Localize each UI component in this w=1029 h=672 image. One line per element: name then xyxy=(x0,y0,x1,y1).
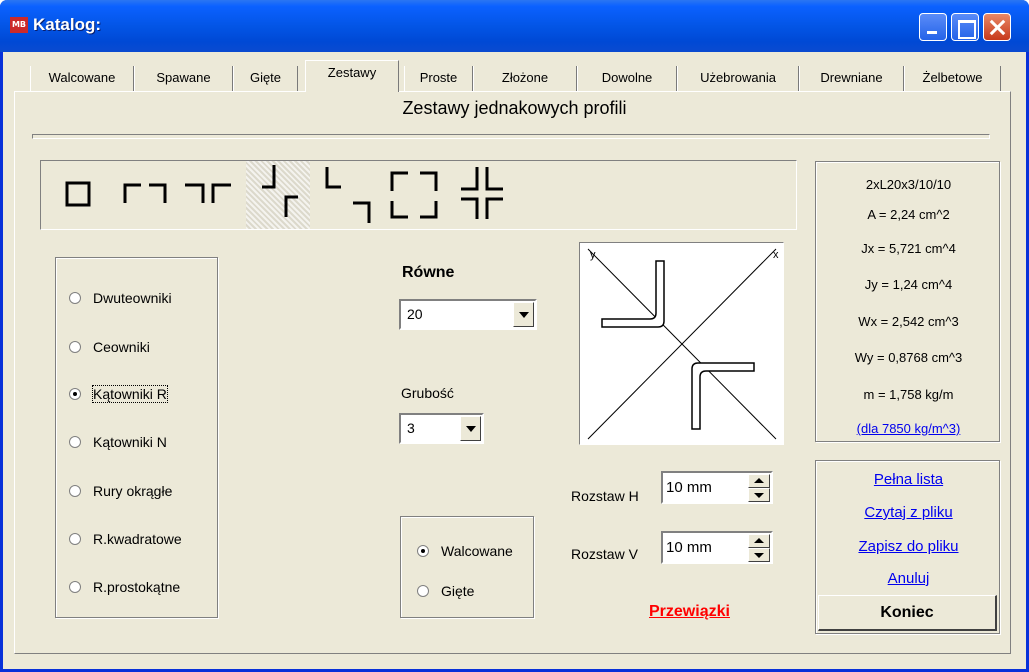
density-link-row: (dla 7850 kg/m^3) xyxy=(816,421,1001,436)
radio-katowniki-r[interactable]: Kątowniki R xyxy=(69,384,168,404)
angles-cross-icon[interactable] xyxy=(453,161,517,229)
tab-drewniane[interactable]: Drewniane xyxy=(799,66,904,91)
radio-dwuteowniki[interactable]: Dwuteowniki xyxy=(69,288,172,308)
size-dropdown[interactable]: 20 xyxy=(399,299,537,330)
section-preview: y x xyxy=(579,242,784,445)
spin-down-icon[interactable] xyxy=(748,548,770,562)
section-properties-panel: 2xL20x3/10/10 A = 2,24 cm^2 Jx = 5,721 c… xyxy=(815,161,1000,442)
radio-r-prostokatne[interactable]: R.prostokątne xyxy=(69,577,180,597)
page-title: Zestawy jednakowych profili xyxy=(402,98,627,118)
size-value: 20 xyxy=(407,306,423,322)
radio-ceowniki[interactable]: Ceowniki xyxy=(69,337,150,357)
arrangement-toolbar xyxy=(40,160,797,230)
chevron-down-icon[interactable] xyxy=(460,416,481,441)
spacing-v-spinner[interactable]: 10 mm xyxy=(661,531,773,564)
forming-group: Walcowane Gięte xyxy=(400,516,534,618)
spacing-h-label: Rozstaw H xyxy=(571,488,639,504)
angles-box-icon[interactable] xyxy=(386,161,450,229)
thickness-label: Grubość xyxy=(401,385,454,401)
divider xyxy=(32,134,990,139)
channels-back-to-back-icon[interactable] xyxy=(177,161,241,229)
spin-down-icon[interactable] xyxy=(748,488,770,502)
radio-katowniki-n[interactable]: Kątowniki N xyxy=(69,432,167,452)
spacing-v-label: Rozstaw V xyxy=(571,546,638,562)
angles-offset-icon[interactable] xyxy=(311,161,375,229)
radio-button-icon[interactable] xyxy=(69,341,81,353)
radio-giete[interactable]: Gięte xyxy=(417,581,474,601)
spin-up-icon[interactable] xyxy=(748,534,770,548)
axis-x-label: x xyxy=(773,249,779,261)
radio-button-icon[interactable] xyxy=(417,545,429,557)
tab-zelbetowe[interactable]: Żelbetowe xyxy=(904,66,1001,91)
section-name: 2xL20x3/10/10 xyxy=(865,177,952,192)
maximize-button[interactable] xyxy=(951,13,979,41)
title-bar[interactable]: MB Katalog: xyxy=(0,0,1029,52)
tab-proste[interactable]: Proste xyxy=(404,66,473,91)
radio-button-icon[interactable] xyxy=(69,436,81,448)
density-link[interactable]: (dla 7850 kg/m^3) xyxy=(857,421,961,436)
tab-walcowane[interactable]: Walcowane xyxy=(30,66,134,91)
spacing-h-value: 10 mm xyxy=(666,479,712,496)
close-window-button[interactable] xyxy=(983,13,1011,41)
spin-up-icon[interactable] xyxy=(748,474,770,488)
radio-rury-okragle[interactable]: Rury okrągłe xyxy=(69,481,172,501)
radio-walcowane[interactable]: Walcowane xyxy=(417,541,513,561)
radio-button-icon[interactable] xyxy=(69,485,81,497)
full-list-link[interactable]: Pełna lista xyxy=(816,471,1001,488)
box-section-icon[interactable] xyxy=(49,161,113,229)
profile-type-group: Dwuteowniki Ceowniki Kątowniki R Kątowni… xyxy=(55,257,218,618)
radio-button-icon[interactable] xyxy=(69,388,81,400)
wx-value: Wx = 2,542 cm^3 xyxy=(858,314,959,329)
mass-value: m = 1,758 kg/m xyxy=(863,387,954,402)
przewiazki-link[interactable]: Przewiązki xyxy=(649,603,730,621)
chevron-down-icon[interactable] xyxy=(513,302,534,327)
radio-button-icon[interactable] xyxy=(69,581,81,593)
angles-diagonal-icon[interactable] xyxy=(246,161,310,229)
spacing-v-value: 10 mm xyxy=(666,539,712,556)
radio-r-kwadratowe[interactable]: R.kwadratowe xyxy=(69,529,182,549)
jx-value: Jx = 5,721 cm^4 xyxy=(861,241,956,256)
tab-uzebrowania[interactable]: Użebrowania xyxy=(677,66,799,91)
minimize-button[interactable] xyxy=(919,13,947,41)
read-file-link[interactable]: Czytaj z pliku xyxy=(816,504,1001,521)
catalog-app-icon[interactable]: MB xyxy=(10,17,28,33)
close-button[interactable]: Koniec xyxy=(818,595,997,631)
tab-zestawy[interactable]: Zestawy xyxy=(305,60,399,92)
window-title: Katalog: xyxy=(33,15,101,34)
radio-button-icon[interactable] xyxy=(69,292,81,304)
radio-button-icon[interactable] xyxy=(69,533,81,545)
jy-value: Jy = 1,24 cm^4 xyxy=(864,277,953,292)
size-label: Równe xyxy=(402,264,455,281)
tab-zlozone[interactable]: Złożone xyxy=(473,66,577,91)
channels-face-to-face-icon[interactable] xyxy=(113,161,177,229)
spacing-h-spinner[interactable]: 10 mm xyxy=(661,471,773,504)
save-file-link[interactable]: Zapisz do pliku xyxy=(816,538,1001,555)
thickness-dropdown[interactable]: 3 xyxy=(399,413,484,444)
wy-value: Wy = 0,8768 cm^3 xyxy=(854,350,963,365)
actions-panel: Pełna lista Czytaj z pliku Zapisz do pli… xyxy=(815,460,1000,634)
tab-dowolne[interactable]: Dowolne xyxy=(577,66,677,91)
tab-spawane[interactable]: Spawane xyxy=(134,66,233,91)
axis-y-label: y xyxy=(590,249,596,261)
area-value: A = 2,24 cm^2 xyxy=(867,207,950,222)
thickness-value: 3 xyxy=(407,420,415,436)
radio-button-icon[interactable] xyxy=(417,585,429,597)
cancel-link[interactable]: Anuluj xyxy=(816,570,1001,587)
tab-giete[interactable]: Gięte xyxy=(233,66,298,91)
